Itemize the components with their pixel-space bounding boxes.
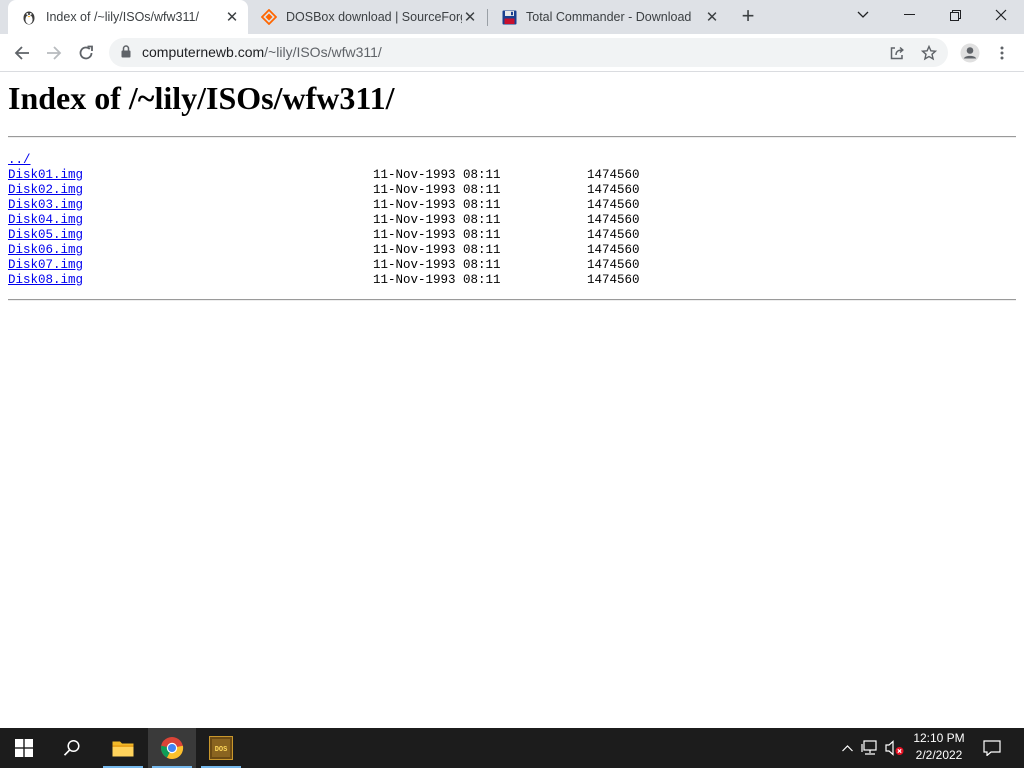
page-title: Index of /~lily/ISOs/wfw311/ (8, 80, 395, 116)
start-button[interactable] (0, 728, 48, 768)
list-item: Disk01.img 11-Nov-1993 08:11 1474560 (8, 168, 640, 183)
tab-title: DOSBox download | SourceForge (286, 10, 462, 24)
file-date: 11-Nov-1993 08:11 (373, 243, 501, 257)
lock-icon[interactable] (121, 45, 131, 63)
file-date: 11-Nov-1993 08:11 (373, 213, 501, 227)
tab-total-commander[interactable]: Total Commander - Download ✕ (488, 0, 728, 34)
tab-search-chevron-icon[interactable] (840, 0, 886, 30)
bookmark-star-icon[interactable] (920, 44, 938, 62)
forward-button[interactable] (40, 39, 68, 67)
sourceforge-diamond-icon (261, 9, 277, 25)
file-size: 1474560 (587, 243, 640, 257)
file-link[interactable]: Disk05.img (8, 228, 83, 242)
system-clock[interactable]: 12:10 PM 2/2/2022 (906, 730, 972, 764)
browser-toolbar: computernewb.com/~lily/ISOs/wfw311/ (0, 34, 1024, 72)
file-date: 11-Nov-1993 08:11 (373, 228, 501, 242)
file-size: 1474560 (587, 198, 640, 212)
file-link[interactable]: Disk06.img (8, 243, 83, 257)
tab-close-icon[interactable]: ✕ (462, 9, 478, 26)
list-item: Disk06.img 11-Nov-1993 08:11 1474560 (8, 243, 640, 258)
file-date: 11-Nov-1993 08:11 (373, 183, 501, 197)
parent-directory-link[interactable]: ../ (8, 153, 31, 167)
linux-penguin-icon (21, 9, 37, 25)
tab-index-of-wfw311[interactable]: Index of /~lily/ISOs/wfw311/ ✕ (8, 0, 248, 34)
folder-icon (112, 741, 134, 757)
file-date: 11-Nov-1993 08:11 (373, 273, 501, 287)
browser-menu-icon[interactable] (988, 39, 1016, 67)
taskbar-google-chrome[interactable] (148, 728, 196, 768)
windows-taskbar: DOS 12:10 PM 2/2/2022 (0, 728, 1024, 768)
clock-time: 12:10 PM (913, 731, 965, 745)
chrome-icon (161, 737, 184, 759)
url-text: computernewb.com/~lily/ISOs/wfw311/ (142, 44, 382, 60)
clock-date: 2/2/2022 (915, 748, 963, 762)
file-link[interactable]: Disk04.img (8, 213, 83, 227)
file-link[interactable]: Disk01.img (8, 168, 83, 182)
file-link[interactable]: Disk08.img (8, 273, 83, 287)
list-item: Disk07.img 11-Nov-1993 08:11 1474560 (8, 258, 640, 273)
network-icon[interactable] (860, 728, 880, 768)
directory-listing: ../ Disk01.img 11-Nov-1993 08:11 1474560 D… (8, 153, 640, 288)
bottom-divider (8, 299, 1016, 301)
new-tab-button[interactable]: + (738, 5, 758, 28)
file-size: 1474560 (587, 183, 640, 197)
volume-muted-icon[interactable] (884, 728, 906, 768)
minimize-button[interactable] (886, 0, 932, 30)
address-bar[interactable]: computernewb.com/~lily/ISOs/wfw311/ (109, 38, 948, 67)
file-size: 1474560 (587, 258, 640, 272)
file-size: 1474560 (587, 228, 640, 242)
top-divider (8, 136, 1016, 138)
url-domain: computernewb.com (142, 44, 265, 60)
file-size: 1474560 (587, 213, 640, 227)
file-date: 11-Nov-1993 08:11 (373, 198, 501, 212)
tab-close-icon[interactable]: ✕ (224, 9, 240, 26)
file-date: 11-Nov-1993 08:11 (373, 258, 501, 272)
taskbar-file-explorer[interactable] (99, 728, 147, 768)
tab-title: Total Commander - Download (526, 10, 692, 24)
url-path: /~lily/ISOs/wfw311/ (264, 44, 382, 60)
page-content: Index of /~lily/ISOs/wfw311/ (8, 72, 1016, 116)
reload-button[interactable] (72, 39, 100, 67)
windows-logo-icon (15, 739, 33, 757)
list-item: Disk05.img 11-Nov-1993 08:11 1474560 (8, 228, 640, 243)
back-button[interactable] (8, 39, 36, 67)
share-icon[interactable] (888, 44, 906, 62)
tab-close-icon[interactable]: ✕ (704, 9, 720, 26)
file-link[interactable]: Disk07.img (8, 258, 83, 272)
file-date: 11-Nov-1993 08:11 (373, 168, 501, 182)
show-hidden-icons-chevron-icon[interactable] (838, 728, 856, 768)
tab-strip: Index of /~lily/ISOs/wfw311/ ✕ DOSBox do… (0, 0, 1024, 34)
file-link[interactable]: Disk02.img (8, 183, 83, 197)
file-size: 1474560 (587, 273, 640, 287)
list-item: Disk02.img 11-Nov-1993 08:11 1474560 (8, 183, 640, 198)
dosbox-icon: DOS (209, 736, 233, 760)
tab-dosbox-sourceforge[interactable]: DOSBox download | SourceForge ✕ (248, 0, 486, 34)
action-center-notification-icon[interactable] (978, 728, 1006, 768)
floppy-disk-icon (501, 9, 517, 25)
list-item: Disk04.img 11-Nov-1993 08:11 1474560 (8, 213, 640, 228)
taskbar-dosbox[interactable]: DOS (197, 728, 245, 768)
svg-text:DOS: DOS (215, 746, 228, 754)
search-icon (63, 739, 80, 756)
file-size: 1474560 (587, 168, 640, 182)
restore-button[interactable] (932, 0, 978, 30)
profile-avatar-icon[interactable] (956, 39, 984, 67)
list-item: Disk03.img 11-Nov-1993 08:11 1474560 (8, 198, 640, 213)
close-window-button[interactable] (978, 0, 1024, 30)
file-link[interactable]: Disk03.img (8, 198, 83, 212)
list-item: Disk08.img 11-Nov-1993 08:11 1474560 (8, 273, 640, 288)
parent-directory-row: ../ (8, 153, 83, 168)
tab-title: Index of /~lily/ISOs/wfw311/ (46, 10, 199, 24)
search-button[interactable] (48, 728, 96, 768)
